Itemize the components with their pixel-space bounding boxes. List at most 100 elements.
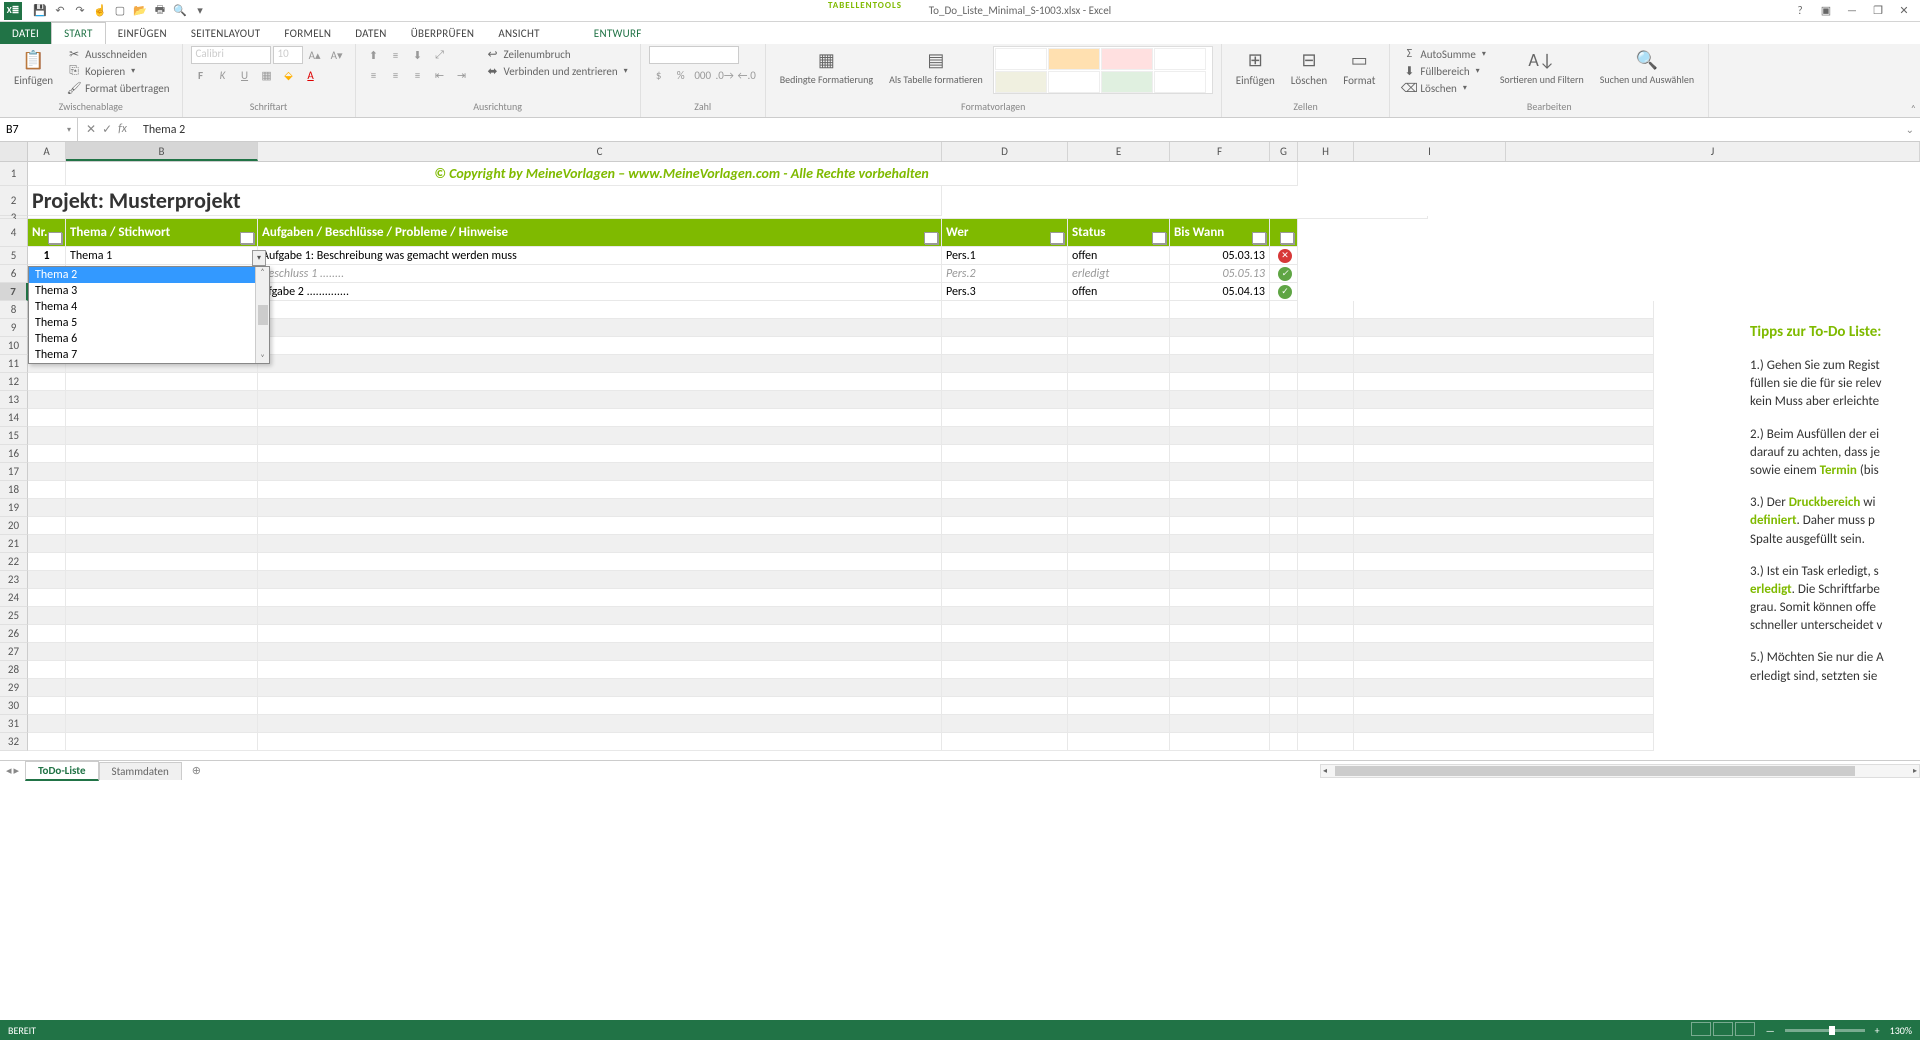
dropdown-item[interactable]: Thema 5 — [29, 315, 255, 331]
cell[interactable] — [1270, 499, 1298, 517]
cell[interactable] — [66, 427, 258, 445]
cell[interactable] — [942, 517, 1068, 535]
cell[interactable] — [258, 481, 942, 499]
row-header[interactable]: 25 — [0, 607, 28, 625]
cell[interactable] — [1068, 697, 1170, 715]
cell[interactable] — [1354, 445, 1654, 463]
view-pagebreak-icon[interactable] — [1735, 1022, 1755, 1036]
scroll-left-icon[interactable]: ◂ — [1323, 766, 1327, 776]
qat-save-icon[interactable]: 💾 — [32, 3, 48, 19]
filter-button[interactable]: ▾ — [1253, 233, 1267, 245]
table-header[interactable]: ▾ — [1270, 219, 1298, 247]
delete-cells-button[interactable]: ⊟Löschen — [1285, 46, 1333, 89]
cell[interactable] — [1354, 661, 1654, 679]
cell[interactable] — [1354, 463, 1654, 481]
thousands-icon[interactable]: 000 — [693, 66, 713, 84]
cell[interactable]: © Copyright by MeineVorlagen – www.Meine… — [66, 162, 1298, 186]
qat-new-icon[interactable]: ▢ — [112, 3, 128, 19]
cell[interactable] — [1170, 733, 1270, 751]
cell[interactable] — [1170, 607, 1270, 625]
cell[interactable] — [942, 337, 1068, 355]
zoom-out-icon[interactable]: — — [1766, 1024, 1775, 1037]
filter-button[interactable]: ▾ — [925, 233, 939, 245]
underline-icon[interactable]: U — [235, 66, 255, 84]
cell[interactable] — [1170, 337, 1270, 355]
clear-button[interactable]: ⌫Löschen▾ — [1398, 80, 1489, 96]
cell[interactable] — [1270, 391, 1298, 409]
cell[interactable] — [28, 571, 66, 589]
tab-einfuegen[interactable]: EINFÜGEN — [106, 22, 179, 44]
align-right-icon[interactable]: ≡ — [408, 66, 428, 84]
cell[interactable] — [1298, 409, 1354, 427]
cell[interactable]: ✕ — [1270, 247, 1298, 265]
cell[interactable] — [1068, 301, 1170, 319]
col-I[interactable]: I — [1354, 142, 1506, 161]
row-header[interactable]: 12 — [0, 373, 28, 391]
table-header[interactable]: Nr.▾ — [28, 219, 66, 247]
cell[interactable] — [942, 319, 1068, 337]
cell[interactable] — [1354, 589, 1654, 607]
row-header[interactable]: 26 — [0, 625, 28, 643]
cell[interactable] — [1068, 643, 1170, 661]
cell[interactable] — [66, 625, 258, 643]
font-name-input[interactable]: Calibri — [191, 46, 271, 64]
cell[interactable] — [28, 391, 66, 409]
align-center-icon[interactable]: ≡ — [386, 66, 406, 84]
row-header[interactable]: 1 — [0, 162, 28, 186]
cell[interactable] — [1270, 463, 1298, 481]
cell[interactable] — [1354, 643, 1654, 661]
align-bottom-icon[interactable]: ⬇ — [408, 46, 428, 64]
cell[interactable] — [1170, 643, 1270, 661]
col-G[interactable]: G — [1270, 142, 1298, 161]
cell[interactable]: Thema 1 — [66, 247, 258, 265]
view-buttons[interactable] — [1690, 1022, 1756, 1039]
cell[interactable]: ufgabe 2 .............. — [258, 283, 942, 301]
cell[interactable] — [1170, 517, 1270, 535]
row-header[interactable]: 30 — [0, 697, 28, 715]
cell[interactable] — [28, 535, 66, 553]
cell[interactable]: Pers.1 — [942, 247, 1068, 265]
cell[interactable] — [1068, 337, 1170, 355]
format-table-button[interactable]: ▤ Als Tabelle formatieren — [883, 46, 989, 87]
cell[interactable] — [942, 733, 1068, 751]
cell[interactable] — [1068, 607, 1170, 625]
qat-quickprint-icon[interactable]: 🖶 — [152, 3, 168, 19]
cell[interactable] — [1270, 355, 1298, 373]
cell[interactable] — [942, 409, 1068, 427]
cell[interactable] — [1298, 355, 1354, 373]
restore-icon[interactable]: ❐ — [1870, 4, 1886, 17]
cell[interactable] — [258, 625, 942, 643]
cell[interactable] — [942, 571, 1068, 589]
cell[interactable]: offen — [1068, 247, 1170, 265]
filter-button[interactable]: ▾ — [241, 233, 255, 245]
cell[interactable] — [1270, 535, 1298, 553]
cell[interactable] — [1170, 391, 1270, 409]
view-normal-icon[interactable] — [1691, 1022, 1711, 1036]
ribbon-display-icon[interactable]: ▣ — [1818, 4, 1834, 17]
name-box[interactable]: ▾ — [0, 118, 78, 141]
dropdown-scrollbar[interactable]: ˄˅ — [255, 267, 269, 363]
align-left-icon[interactable]: ≡ — [364, 66, 384, 84]
view-pagelayout-icon[interactable] — [1713, 1022, 1733, 1036]
cell[interactable] — [1298, 733, 1354, 751]
cell[interactable] — [1354, 625, 1654, 643]
cell[interactable] — [258, 409, 942, 427]
dropdown-item[interactable]: Thema 7 — [29, 347, 255, 363]
dropdown-item[interactable]: Thema 4 — [29, 299, 255, 315]
fx-icon[interactable]: fx — [118, 122, 127, 137]
cell[interactable] — [1298, 625, 1354, 643]
cell[interactable] — [1270, 427, 1298, 445]
accounting-icon[interactable]: $ — [649, 66, 669, 84]
cell[interactable] — [1068, 715, 1170, 733]
cell[interactable] — [28, 162, 66, 186]
row-header[interactable]: 10 — [0, 337, 28, 355]
cell[interactable] — [258, 535, 942, 553]
cell[interactable] — [942, 355, 1068, 373]
cell[interactable] — [258, 445, 942, 463]
cell[interactable] — [1270, 715, 1298, 733]
cell[interactable] — [1170, 355, 1270, 373]
cell[interactable] — [28, 607, 66, 625]
cell[interactable] — [1170, 535, 1270, 553]
cell[interactable] — [1170, 373, 1270, 391]
cell[interactable] — [942, 661, 1068, 679]
